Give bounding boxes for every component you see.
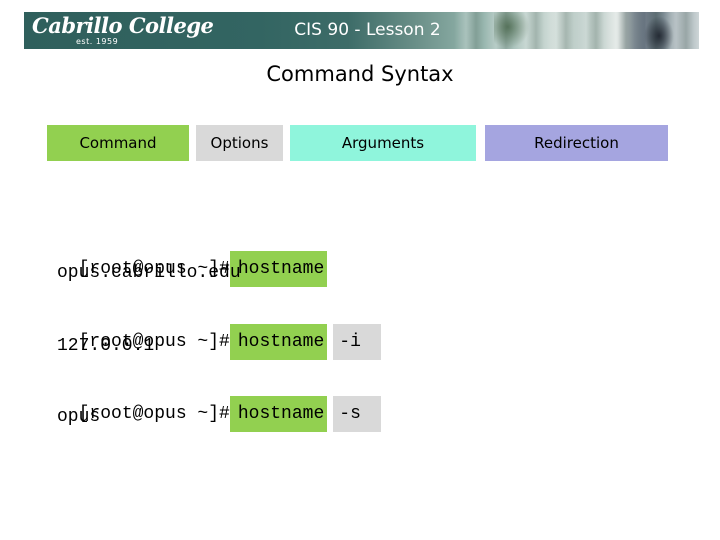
syntax-box-redirection: Redirection <box>485 125 668 161</box>
command-highlight: hostname <box>229 251 328 287</box>
syntax-box-command: Command <box>47 125 189 161</box>
syntax-box-arguments: Arguments <box>290 125 476 161</box>
header-banner: Cabrillo College est. 1959 CIS 90 - Less… <box>24 12 699 49</box>
syntax-box-options: Options <box>196 125 283 161</box>
terminal-output: 127.0.0.1 <box>57 336 155 356</box>
page-title: Command Syntax <box>266 62 454 86</box>
lesson-title: CIS 90 - Lesson 2 <box>294 20 441 40</box>
terminal-output: opus.cabrillo.edu <box>57 263 241 283</box>
terminal-output: opus <box>57 407 101 427</box>
option-highlight: -i <box>333 324 381 360</box>
terminal-command-line: [root@opus ~]# hostname -s <box>57 376 381 432</box>
terminal-prompt: [root@opus ~]# <box>78 404 230 424</box>
command-highlight: hostname <box>229 324 328 360</box>
command-highlight: hostname <box>229 396 328 432</box>
option-highlight: -s <box>333 396 381 432</box>
